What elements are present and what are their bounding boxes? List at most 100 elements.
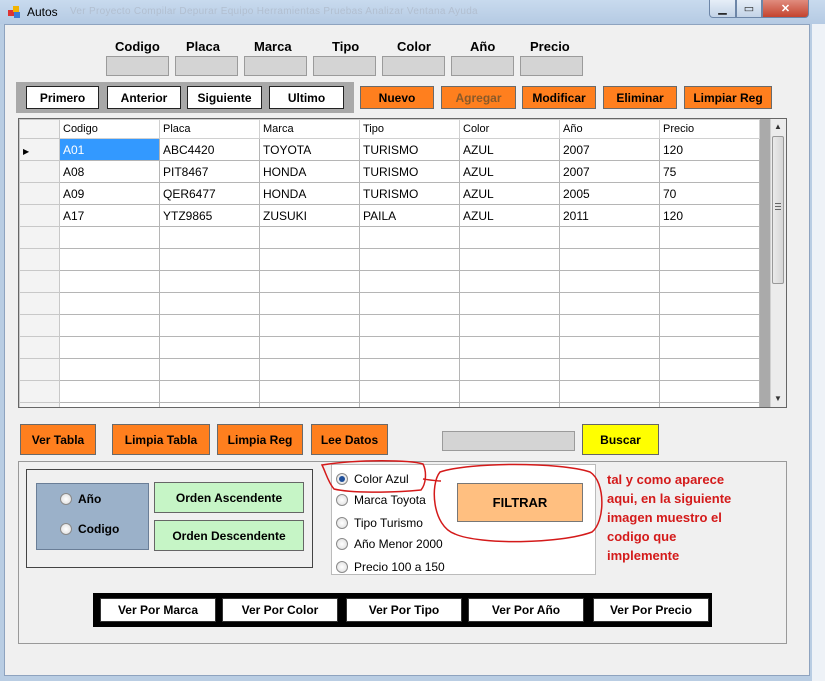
annotation-line: imagen muestro el xyxy=(607,510,722,525)
scroll-down-icon[interactable]: ▼ xyxy=(772,392,784,406)
read-data-button[interactable]: Lee Datos xyxy=(311,424,388,455)
column-header[interactable]: Codigo xyxy=(59,119,160,139)
table-cell[interactable]: 2007 xyxy=(559,160,660,183)
table-cell[interactable]: 2005 xyxy=(559,182,660,205)
table-cell[interactable]: 2011 xyxy=(559,204,660,227)
view-by-year-button[interactable]: Ver Por Año xyxy=(468,598,584,622)
table-cell[interactable]: A09 xyxy=(59,182,160,205)
filter-option[interactable]: Color Azul xyxy=(336,472,409,486)
annotation-line: codigo que xyxy=(607,529,677,544)
precio-field[interactable] xyxy=(520,56,583,76)
table-row[interactable]: A17 YTZ9865 ZUSUKI PAILA AZUL 2011 120 xyxy=(19,204,760,227)
label-color: Color xyxy=(397,39,431,54)
order-descending-button[interactable]: Orden Descendente xyxy=(154,520,304,551)
add-button[interactable]: Agregar xyxy=(441,86,516,109)
next-button[interactable]: Siguiente xyxy=(187,86,262,109)
row-header[interactable]: ▶ xyxy=(19,138,60,161)
ano-field[interactable] xyxy=(451,56,514,76)
filter-option-label: Tipo Turismo xyxy=(354,516,423,530)
column-header[interactable]: Color xyxy=(459,119,560,139)
filter-option[interactable]: Tipo Turismo xyxy=(336,516,423,530)
filter-button[interactable]: FILTRAR xyxy=(457,483,583,522)
column-header[interactable]: Año xyxy=(559,119,660,139)
data-grid[interactable]: Codigo Placa Marca Tipo Color Año Precio… xyxy=(18,118,787,408)
modify-button[interactable]: Modificar xyxy=(522,86,596,109)
view-by-brand-button[interactable]: Ver Por Marca xyxy=(100,598,216,622)
radio-codigo[interactable]: Codigo xyxy=(60,522,119,536)
column-header[interactable]: Tipo xyxy=(359,119,460,139)
filter-option[interactable]: Año Menor 2000 xyxy=(336,537,443,551)
table-cell[interactable]: ABC4420 xyxy=(159,138,260,161)
table-cell[interactable]: ZUSUKI xyxy=(259,204,360,227)
radio-icon xyxy=(60,493,72,505)
table-cell[interactable]: AZUL xyxy=(459,204,560,227)
view-table-button[interactable]: Ver Tabla xyxy=(20,424,96,455)
filter-option[interactable]: Precio 100 a 150 xyxy=(336,560,445,574)
row-header[interactable] xyxy=(19,182,60,205)
column-header[interactable]: Placa xyxy=(159,119,260,139)
placa-field[interactable] xyxy=(175,56,238,76)
table-cell[interactable]: HONDA xyxy=(259,160,360,183)
view-by-type-button[interactable]: Ver Por Tipo xyxy=(346,598,462,622)
empty-row xyxy=(19,292,760,315)
clear-record-button[interactable]: Limpiar Reg xyxy=(684,86,772,109)
scrollbar-thumb[interactable] xyxy=(772,136,784,284)
table-cell[interactable]: AZUL xyxy=(459,138,560,161)
delete-button[interactable]: Eliminar xyxy=(603,86,677,109)
table-cell[interactable]: TURISMO xyxy=(359,138,460,161)
empty-row xyxy=(19,380,760,403)
maximize-icon: ▭ xyxy=(743,3,755,15)
table-row[interactable]: ▶ A01 ABC4420 TOYOTA TURISMO AZUL 2007 1… xyxy=(19,138,760,161)
table-cell[interactable]: TURISMO xyxy=(359,182,460,205)
maximize-button[interactable]: ▭ xyxy=(736,0,762,18)
table-cell[interactable]: PIT8467 xyxy=(159,160,260,183)
filter-option[interactable]: Marca Toyota xyxy=(336,493,426,507)
table-row[interactable]: A08 PIT8467 HONDA TURISMO AZUL 2007 75 xyxy=(19,160,760,183)
clear-reg-button[interactable]: Limpia Reg xyxy=(217,424,303,455)
table-cell[interactable]: 120 xyxy=(659,204,760,227)
codigo-field[interactable] xyxy=(106,56,169,76)
row-header[interactable] xyxy=(19,204,60,227)
table-cell[interactable]: A17 xyxy=(59,204,160,227)
search-button[interactable]: Buscar xyxy=(582,424,659,455)
search-input[interactable] xyxy=(442,431,575,451)
tipo-field[interactable] xyxy=(313,56,376,76)
table-cell[interactable]: PAILA xyxy=(359,204,460,227)
table-cell[interactable]: A01 xyxy=(59,138,160,161)
color-field[interactable] xyxy=(382,56,445,76)
scroll-up-icon[interactable]: ▲ xyxy=(772,120,784,134)
table-cell[interactable]: YTZ9865 xyxy=(159,204,260,227)
handwritten-annotation: tal y como aparece aqui, en la siguiente… xyxy=(607,470,767,565)
column-header[interactable]: Marca xyxy=(259,119,360,139)
last-button[interactable]: Ultimo xyxy=(269,86,344,109)
table-cell[interactable]: 2007 xyxy=(559,138,660,161)
order-ascending-button[interactable]: Orden Ascendente xyxy=(154,482,304,513)
table-cell[interactable]: 120 xyxy=(659,138,760,161)
view-by-price-button[interactable]: Ver Por Precio xyxy=(593,598,709,622)
table-cell[interactable]: AZUL xyxy=(459,160,560,183)
new-button[interactable]: Nuevo xyxy=(360,86,434,109)
radio-icon xyxy=(336,561,348,573)
table-cell[interactable]: 70 xyxy=(659,182,760,205)
table-cell[interactable]: QER6477 xyxy=(159,182,260,205)
table-cell[interactable]: 75 xyxy=(659,160,760,183)
column-header[interactable]: Precio xyxy=(659,119,760,139)
row-header[interactable] xyxy=(19,160,60,183)
table-cell[interactable]: TURISMO xyxy=(359,160,460,183)
clear-table-button[interactable]: Limpia Tabla xyxy=(112,424,210,455)
radio-ano[interactable]: Año xyxy=(60,492,101,506)
table-cell[interactable]: HONDA xyxy=(259,182,360,205)
view-by-color-button[interactable]: Ver Por Color xyxy=(222,598,338,622)
minimize-button[interactable]: ▁ xyxy=(709,0,736,18)
table-row[interactable]: A09 QER6477 HONDA TURISMO AZUL 2005 70 xyxy=(19,182,760,205)
radio-icon xyxy=(336,538,348,550)
first-button[interactable]: Primero xyxy=(26,86,99,109)
table-cell[interactable]: A08 xyxy=(59,160,160,183)
previous-button[interactable]: Anterior xyxy=(107,86,181,109)
close-button[interactable]: ✕ xyxy=(762,0,809,18)
label-placa: Placa xyxy=(186,39,220,54)
marca-field[interactable] xyxy=(244,56,307,76)
label-ano: Año xyxy=(470,39,496,54)
table-cell[interactable]: TOYOTA xyxy=(259,138,360,161)
table-cell[interactable]: AZUL xyxy=(459,182,560,205)
